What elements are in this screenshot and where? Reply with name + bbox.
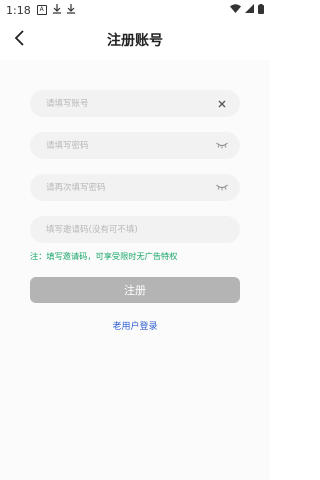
download-icon — [66, 3, 75, 17]
confirm-password-input[interactable] — [44, 181, 216, 194]
invite-note: 注：填写邀请码，可享受限时无广告特权 — [30, 251, 178, 261]
eye-closed-icon[interactable] — [216, 182, 228, 194]
account-input[interactable] — [44, 97, 216, 110]
password-field — [30, 132, 240, 159]
back-button[interactable] — [10, 30, 30, 50]
download-icon — [52, 3, 61, 17]
invite-code-field — [30, 216, 240, 243]
password-input[interactable] — [44, 139, 216, 152]
status-right — [230, 3, 264, 17]
status-left: 1:18 A — [6, 3, 75, 17]
confirm-password-field — [30, 174, 240, 201]
top-nav-bar: 注册账号 — [0, 20, 270, 60]
old-user-login-link[interactable]: 老用户登录 — [0, 319, 270, 332]
eye-closed-icon[interactable] — [216, 140, 228, 152]
account-field — [30, 90, 240, 117]
chevron-left-icon — [14, 30, 26, 50]
invite-code-input[interactable] — [44, 223, 228, 236]
signal-icon — [245, 4, 254, 16]
status-bar: 1:18 A — [0, 0, 270, 20]
page-title: 注册账号 — [107, 33, 163, 49]
wifi-icon — [230, 4, 241, 16]
register-button[interactable]: 注册 — [30, 277, 240, 303]
battery-icon — [258, 3, 264, 17]
a-box-icon: A — [36, 5, 47, 15]
close-icon[interactable] — [216, 98, 228, 110]
register-form-area: 注：填写邀请码，可享受限时无广告特权 注册 老用户登录 — [0, 60, 270, 480]
status-time: 1:18 — [6, 3, 31, 17]
